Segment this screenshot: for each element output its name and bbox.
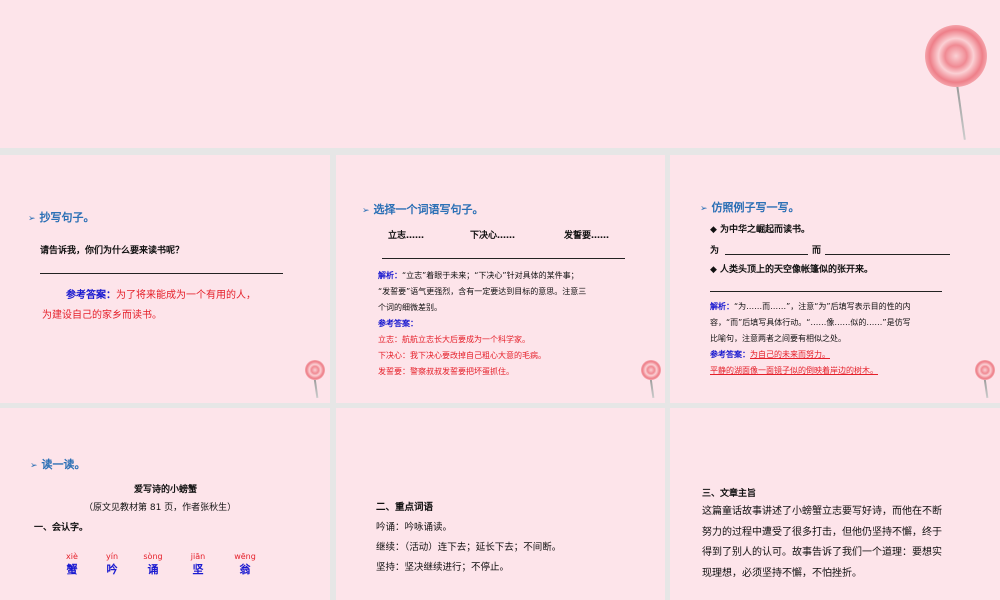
arrow-bullet-icon: ➢	[30, 461, 38, 471]
key-words-block: 二、重点词语 吟诵：吟咏诵读。 继续：（活动）连下去；延长下去；不间断。 坚持：…	[376, 498, 561, 578]
slide-thumbnail-7[interactable]: 三、文章主旨 这篇童话故事讲述了小螃蟹立志要写好诗，而他在不断 努力的过程中遭受…	[670, 408, 1000, 600]
word-option: 发誓要……	[564, 231, 610, 241]
slide-thumbnail-3[interactable]: ➢ 选择一个词语写句子。 立志…… 下决心…… 发誓要…… 解析：“立志”着眼于未…	[336, 155, 665, 403]
hanzi: 坚	[192, 563, 204, 576]
example-sentence: ◆ 人类头顶上的天空像帐篷似的张开来。	[710, 265, 874, 275]
hanzi: 吟	[106, 563, 118, 576]
slide-thumbnail-5[interactable]: ➢ 读一读。 爱写诗的小螃蟹 （原文见教材第 81 页，作者张秋生） 一、会认字。…	[0, 408, 330, 600]
analysis-block: 解析：“为……而……”，注意“为”后填写表示目的性的内 容，“而”后填写具体行动…	[710, 299, 911, 379]
answer-text: 立志：航航立志长大后要成为一个科学家。	[378, 335, 530, 344]
word-option: 下决心……	[470, 231, 516, 241]
slide-heading: ➢ 读一读。	[30, 456, 86, 472]
answer-text: 为自己的未来而努力。	[750, 350, 830, 359]
hanzi: 翁	[239, 563, 251, 576]
theme-block: 三、文章主旨 这篇童话故事讲述了小螃蟹立志要写好诗，而他在不断 努力的过程中遭受…	[702, 486, 942, 584]
theme-line: 得到了别人的认可。故事告诉了我们一个道理：要想实	[702, 547, 942, 558]
slide-thumbnail-2[interactable]: ➢ 抄写句子。 请告诉我，你们为什么要来读书呢？ 参考答案：为了将来能成为一个有用…	[0, 155, 330, 403]
heading-text: 选择一个词语写句子。	[373, 203, 484, 216]
example-sentence: ◆ 为中华之崛起而读书。	[710, 225, 811, 235]
pinyin: sòng	[143, 552, 163, 561]
analysis-line: “发誓要”语气更强烈，含有一定要达到目标的意思。注意三	[378, 287, 587, 296]
fill-label: 而	[812, 246, 822, 256]
answer-text: 为了将来能成为一个有用的人，	[116, 290, 256, 301]
answer-text: 下决心：我下决心要改掉自己粗心大意的毛病。	[378, 351, 546, 360]
section-title: 二、重点词语	[376, 502, 434, 513]
answer-text-2: 为建设自己的家乡而读书。	[42, 310, 162, 321]
analysis-label: 解析：	[710, 302, 734, 311]
hanzi: 诵	[147, 563, 159, 576]
fill-label: 为	[710, 246, 720, 256]
theme-line: 努力的过程中遭受了很多打击，但他仍坚持不懈，终于	[702, 526, 942, 538]
slide-thumbnail-4[interactable]: ➢ 仿照例子写一写。 ◆ 为中华之崛起而读书。 为 而 ◆ 人类头顶上的天空像帐篷…	[670, 155, 1000, 403]
slide-heading: ➢ 选择一个词语写句子。	[362, 201, 484, 217]
analysis-line: 比喻句，注意两者之间要有相似之处。	[710, 334, 846, 343]
word-option: 立志……	[388, 231, 425, 241]
character-item: wēng 翁	[222, 552, 268, 577]
pinyin: yín	[105, 552, 119, 561]
story-source: （原文见教材第 81 页，作者张秋生）	[84, 503, 237, 513]
answer-line	[382, 258, 625, 259]
question-text: 请告诉我，你们为什么要来读书呢？	[40, 246, 185, 256]
heading-text: 仿照例子写一写。	[711, 201, 800, 214]
word-definition: 继续：（活动）连下去；延长下去；不间断。	[376, 542, 562, 553]
analysis-line: 容，“而”后填写具体行动。“……像……似的……”是仿写	[710, 318, 911, 327]
arrow-bullet-icon: ➢	[700, 204, 708, 214]
character-item: xiè 蟹	[52, 552, 92, 577]
section-title: 三、文章主旨	[702, 489, 757, 499]
word-definition: 吟诵：吟咏诵读。	[376, 522, 453, 533]
story-title: 爱写诗的小螃蟹	[134, 485, 198, 495]
pinyin: xiè	[66, 552, 78, 561]
analysis-line: 个词的细微差别。	[378, 303, 442, 312]
character-item: jiān 坚	[174, 552, 222, 577]
answer-row: 参考答案：为了将来能成为一个有用的人，	[66, 286, 256, 301]
character-item: sòng 诵	[132, 552, 174, 577]
answer-line	[710, 291, 942, 292]
analysis-label: 解析：	[378, 271, 402, 280]
arrow-bullet-icon: ➢	[28, 214, 36, 224]
pinyin: jiān	[190, 552, 206, 561]
slide-thumbnail-1[interactable]	[0, 0, 1000, 148]
answer-label: 参考答案：	[66, 290, 116, 301]
analysis-line: “为……而……”，注意“为”后填写表示目的性的内	[734, 302, 911, 311]
blank-line	[825, 254, 950, 255]
word-definition: 坚持：坚决继续进行；不停止。	[376, 562, 510, 573]
hanzi: 蟹	[66, 563, 78, 576]
theme-line: 现理想，必须坚持不懈，不怕挫折。	[702, 567, 862, 579]
heading-text: 读一读。	[41, 458, 86, 471]
analysis-block: 解析：“立志”着眼于未来；“下决心”针对具体的某件事； “发誓要”语气更强烈，含…	[378, 268, 586, 380]
answer-text: 发誓要：警察叔叔发誓要把坏蛋抓住。	[378, 367, 514, 376]
character-list: xiè 蟹 yín 吟 sòng 诵 jiān 坚 wēng 翁	[52, 552, 268, 577]
answer-line	[40, 273, 283, 274]
slide-heading: ➢ 抄写句子。	[28, 209, 95, 225]
slide-heading: ➢ 仿照例子写一写。	[700, 199, 800, 215]
character-item: yín 吟	[92, 552, 132, 577]
theme-line: 这篇童话故事讲述了小螃蟹立志要写好诗，而他在不断	[702, 506, 942, 517]
slide-thumbnail-6[interactable]: 二、重点词语 吟诵：吟咏诵读。 继续：（活动）连下去；延长下去；不间断。 坚持：…	[336, 408, 665, 600]
heading-text: 抄写句子。	[39, 211, 95, 224]
blank-line	[725, 254, 808, 255]
pinyin: wēng	[234, 552, 256, 561]
answer-label: 参考答案：	[378, 319, 418, 328]
section-title: 一、会认字。	[34, 523, 89, 533]
analysis-line: “立志”着眼于未来；“下决心”针对具体的某件事；	[402, 271, 579, 280]
arrow-bullet-icon: ➢	[362, 206, 370, 216]
answer-label: 参考答案：	[710, 350, 750, 359]
answer-text: 平静的湖面像一面镜子似的倒映着岸边的树木。	[710, 366, 878, 375]
